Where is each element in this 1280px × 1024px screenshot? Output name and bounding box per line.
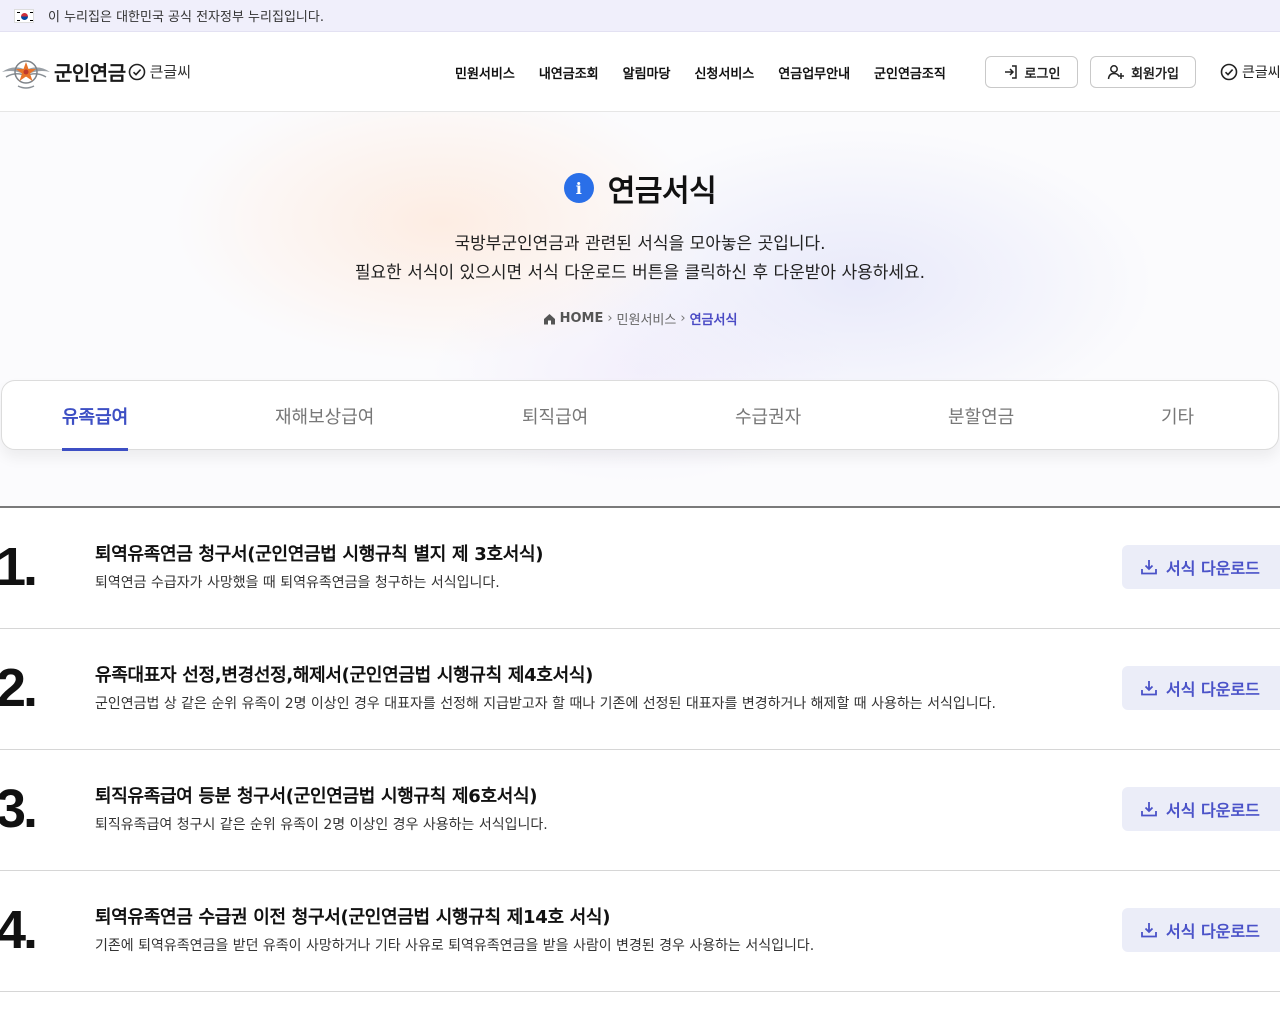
tab-etc[interactable]: 기타	[1161, 381, 1194, 451]
chevron-right-icon: ›	[680, 311, 686, 326]
list-item: 4. 퇴역유족연금 수급권 이전 청구서(군인연금법 시행규칙 제14호 서식)…	[0, 871, 1280, 992]
page-description: 국방부군인연금과 관련된 서식을 모아놓은 곳입니다. 필요한 서식이 있으시면…	[0, 230, 1280, 288]
download-icon	[1141, 560, 1157, 575]
download-button[interactable]: 서식 다운로드	[1122, 666, 1280, 710]
site-logo[interactable]: 군인연금 큰글씨	[0, 50, 191, 94]
logo-text: 군인연금	[54, 61, 126, 85]
download-icon	[1141, 923, 1157, 938]
tab-split-pension[interactable]: 분할연금	[948, 381, 1014, 451]
nav-item-application[interactable]: 신청서비스	[694, 63, 754, 82]
download-icon	[1141, 802, 1157, 817]
login-icon	[1004, 65, 1017, 79]
list-item: 2. 유족대표자 선정,변경선정,해제서(군인연금법 시행규칙 제4호서식) 군…	[0, 629, 1280, 750]
form-title: 유족대표자 선정,변경선정,해제서(군인연금법 시행규칙 제4호서식)	[95, 665, 594, 686]
nav-item-organization[interactable]: 군인연금조직	[874, 63, 946, 82]
item-number: 4.	[0, 900, 38, 960]
page-title: 연금서식	[607, 174, 717, 209]
breadcrumb-current: 연금서식	[689, 313, 738, 328]
tab-retirement-benefits[interactable]: 퇴직급여	[522, 381, 588, 451]
download-label: 서식 다운로드	[1166, 922, 1260, 941]
list-item: 3. 퇴직유족급여 등분 청구서(군인연금법 시행규칙 제6호서식) 퇴직유족급…	[0, 750, 1280, 871]
korea-flag-icon	[14, 8, 34, 23]
main-nav: 민원서비스 내연금조회 알림마당 신청서비스 연금업무안내 군인연금조직	[455, 32, 970, 112]
item-number: 1.	[0, 537, 38, 597]
page-title-row: i 연금서식	[0, 166, 1280, 210]
tab-survivor-benefits[interactable]: 유족급여	[62, 381, 129, 451]
nav-item-notice[interactable]: 알림마당	[623, 63, 671, 82]
form-description: 퇴직유족급여 청구시 같은 순위 유족이 2명 이상인 경우 사용하는 서식입니…	[95, 817, 548, 833]
gov-banner-text: 이 누리집은 대한민국 공식 전자정부 누리집입니다.	[48, 10, 324, 25]
gov-banner: 이 누리집은 대한민국 공식 전자정부 누리집입니다.	[0, 0, 1280, 32]
breadcrumb-civil-service[interactable]: 민원서비스	[617, 309, 677, 328]
logo-large-text-label[interactable]: 큰글씨	[150, 61, 191, 82]
chevron-right-icon: ›	[607, 311, 613, 326]
site-header: 군인연금 큰글씨 민원서비스 내연금조회 알림마당 신청서비스 연금업무안내 군…	[0, 32, 1280, 112]
signup-label: 회원가입	[1131, 66, 1179, 82]
download-button[interactable]: 서식 다운로드	[1122, 908, 1280, 952]
form-description: 군인연금법 상 같은 순위 유족이 2명 이상인 경우 대표자를 선정해 지급받…	[95, 696, 996, 712]
breadcrumb: HOME › 민원서비스 › 연금서식	[0, 309, 1280, 328]
description-line-1: 국방부군인연금과 관련된 서식을 모아놓은 곳입니다.	[454, 234, 826, 254]
large-text-label: 큰글씨	[1242, 65, 1280, 81]
download-label: 서식 다운로드	[1166, 680, 1260, 699]
signup-button[interactable]: 회원가입	[1090, 56, 1196, 88]
category-tabs: 유족급여 재해보상급여 퇴직급여 수급권자 분할연금 기타	[1, 380, 1279, 451]
login-label: 로그인	[1024, 66, 1061, 82]
nav-item-pension-guide[interactable]: 연금업무안내	[778, 63, 850, 82]
item-number: 3.	[0, 779, 38, 839]
form-title: 퇴역유족연금 청구서(군인연금법 시행규칙 별지 제 3호서식)	[95, 544, 544, 565]
download-label: 서식 다운로드	[1166, 559, 1260, 578]
description-line-2: 필요한 서식이 있으시면 서식 다운로드 버튼을 클릭하신 후 다운받아 사용하…	[354, 263, 926, 283]
download-label: 서식 다운로드	[1166, 801, 1260, 820]
form-title: 퇴역유족연금 수급권 이전 청구서(군인연금법 시행규칙 제14호 서식)	[95, 907, 611, 928]
tab-disaster-compensation[interactable]: 재해보상급여	[275, 381, 374, 451]
list-item: 1. 퇴역유족연금 청구서(군인연금법 시행규칙 별지 제 3호서식) 퇴역연금…	[0, 508, 1280, 629]
info-icon: i	[563, 173, 594, 203]
check-circle-icon	[1220, 63, 1238, 81]
download-button[interactable]: 서식 다운로드	[1122, 787, 1280, 831]
form-description: 퇴역연금 수급자가 사망했을 때 퇴역유족연금을 청구하는 서식입니다.	[95, 575, 500, 591]
nav-item-my-pension[interactable]: 내연금조회	[539, 63, 599, 82]
large-text-toggle[interactable]: 큰글씨	[1220, 56, 1280, 88]
add-user-icon	[1107, 65, 1125, 80]
form-title: 퇴직유족급여 등분 청구서(군인연금법 시행규칙 제6호서식)	[95, 786, 538, 807]
form-description: 기존에 퇴역유족연금을 받던 유족이 사망하거나 기타 사유로 퇴역유족연금을 …	[95, 938, 815, 954]
login-button[interactable]: 로그인	[985, 56, 1078, 88]
breadcrumb-home-label: HOME	[559, 311, 604, 326]
download-icon	[1141, 681, 1157, 696]
download-button[interactable]: 서식 다운로드	[1122, 545, 1280, 589]
home-icon	[543, 313, 555, 324]
nav-item-civil-service[interactable]: 민원서비스	[455, 63, 515, 82]
ministry-emblem-icon	[2, 59, 50, 89]
check-circle-icon	[128, 63, 146, 81]
tab-beneficiary[interactable]: 수급권자	[735, 381, 801, 451]
item-number: 2.	[0, 658, 38, 718]
breadcrumb-home[interactable]: HOME	[543, 311, 604, 326]
